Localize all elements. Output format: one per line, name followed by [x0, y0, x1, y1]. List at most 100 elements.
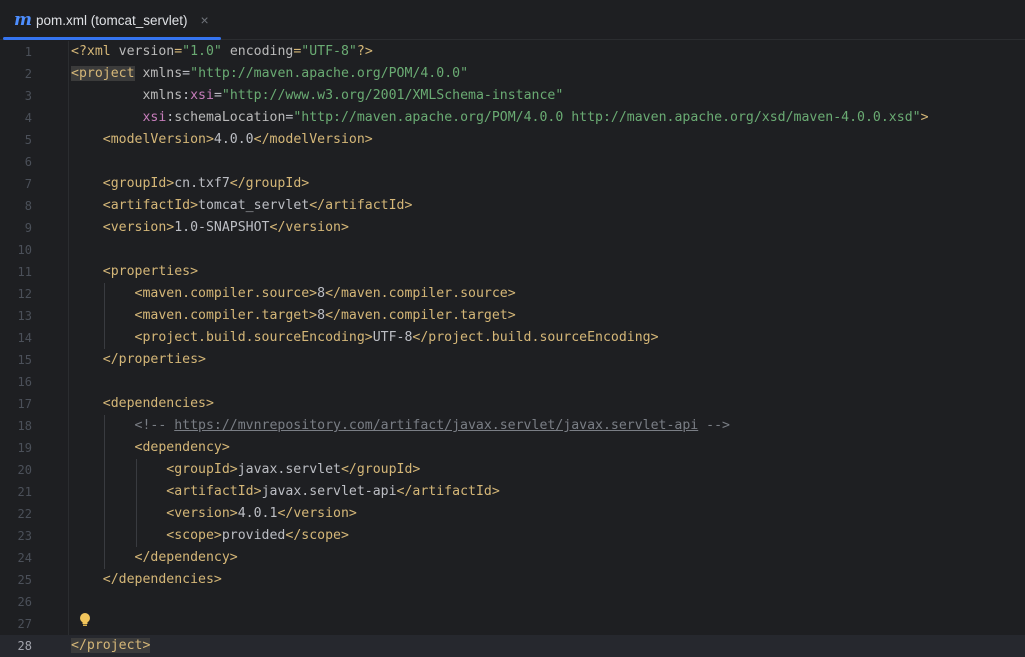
code-line[interactable]: 22 <version>4.0.1</version> — [0, 503, 1025, 525]
code-token: </dependencies> — [71, 572, 222, 587]
lightbulb-icon[interactable] — [78, 612, 92, 628]
close-icon[interactable]: × — [201, 12, 209, 28]
line-number: 12 — [17, 287, 32, 301]
code-line[interactable]: 23 <scope>provided</scope> — [0, 525, 1025, 547]
line-number: 20 — [17, 463, 32, 477]
maven-file-icon: m — [14, 9, 32, 30]
line-number: 26 — [17, 595, 32, 609]
code-line[interactable]: 18 <!-- https://mvnrepository.com/artifa… — [0, 415, 1025, 437]
line-number: 9 — [24, 221, 32, 235]
code-token: </artifactId> — [309, 198, 413, 213]
code-text: <artifactId>tomcat_servlet</artifactId> — [71, 195, 413, 217]
code-line[interactable]: 8 <artifactId>tomcat_servlet</artifactId… — [0, 195, 1025, 217]
code-line[interactable]: 15 </properties> — [0, 349, 1025, 371]
code-line[interactable]: 13 <maven.compiler.target>8</maven.compi… — [0, 305, 1025, 327]
code-token: <dependencies> — [71, 396, 214, 411]
code-line[interactable]: 19 <dependency> — [0, 437, 1025, 459]
line-number: 15 — [17, 353, 32, 367]
code-text: </dependency> — [71, 547, 238, 569]
code-text: <groupId>cn.txf7</groupId> — [71, 173, 309, 195]
code-token: <?xml — [71, 44, 119, 59]
code-token: "UTF-8" — [301, 44, 357, 59]
code-line[interactable]: 11 <properties> — [0, 261, 1025, 283]
code-token: 4.0.0 — [213, 132, 254, 147]
code-text: <properties> — [71, 261, 198, 283]
code-line[interactable]: 27 — [0, 613, 1025, 635]
code-token: </maven.compiler.source> — [325, 286, 516, 301]
code-text: <dependency> — [71, 437, 230, 459]
code-line[interactable]: 2 <project xmlns="http://maven.apache.org… — [0, 63, 1025, 85]
code-line[interactable]: 26 — [0, 591, 1025, 613]
code-token: <groupId> — [71, 176, 175, 191]
code-token: "http://maven.apache.org/POM/4.0.0" — [190, 66, 469, 81]
code-line[interactable]: 3 xmlns:xsi="http://www.w3.org/2001/XMLS… — [0, 85, 1025, 107]
code-line[interactable]: 4 xsi:schemaLocation="http://maven.apach… — [0, 107, 1025, 129]
code-text: <project xmlns="http://maven.apache.org/… — [71, 63, 468, 85]
indent-guide — [104, 283, 105, 349]
code-line[interactable]: 5 <modelVersion>4.0.0</modelVersion> — [0, 129, 1025, 151]
code-token: "1.0" — [182, 44, 222, 59]
line-number: 17 — [17, 397, 32, 411]
tab-label: pom.xml (tomcat_servlet) — [36, 12, 188, 28]
code-token: <project.build.sourceEncoding> — [71, 330, 373, 345]
line-number: 5 — [24, 133, 32, 147]
line-number: 19 — [17, 441, 32, 455]
code-token: </groupId> — [229, 176, 310, 191]
line-number: 21 — [17, 485, 32, 499]
code-text: </project> — [71, 635, 151, 657]
code-text: <!-- https://mvnrepository.com/artifact/… — [71, 415, 730, 437]
editor-tab-bar: m pom.xml (tomcat_servlet) × — [0, 0, 1025, 40]
code-link[interactable]: https://mvnrepository.com/artifact/javax… — [174, 418, 698, 433]
code-line[interactable]: 10 — [0, 239, 1025, 261]
code-token: "http://maven.apache.org/POM/4.0.0 http:… — [293, 110, 921, 125]
code-line[interactable]: 12 <maven.compiler.source>8</maven.compi… — [0, 283, 1025, 305]
line-number: 1 — [24, 45, 32, 59]
code-line[interactable]: 6 — [0, 151, 1025, 173]
code-line[interactable]: 24 </dependency> — [0, 547, 1025, 569]
code-token: javax.servlet-api — [261, 484, 397, 499]
line-number: 24 — [17, 551, 32, 565]
line-number: 8 — [24, 199, 32, 213]
code-line[interactable]: 17 <dependencies> — [0, 393, 1025, 415]
line-number: 27 — [17, 617, 32, 631]
code-token: javax.servlet — [237, 462, 341, 477]
code-line[interactable]: 28 </project> — [0, 635, 1025, 657]
code-text: </properties> — [71, 349, 206, 371]
code-token: xsi — [190, 88, 214, 103]
code-line[interactable]: 1 <?xml version="1.0" encoding="UTF-8"?> — [0, 41, 1025, 63]
line-number: 2 — [24, 67, 32, 81]
code-token: </project.build.sourceEncoding> — [412, 330, 659, 345]
code-line[interactable]: 7 <groupId>cn.txf7</groupId> — [0, 173, 1025, 195]
code-line[interactable]: 14 <project.build.sourceEncoding>UTF-8</… — [0, 327, 1025, 349]
code-token: </version> — [277, 506, 357, 521]
code-editor[interactable]: 1 <?xml version="1.0" encoding="UTF-8"?> 2… — [0, 41, 1025, 657]
code-token: schemaLocation — [174, 110, 286, 125]
code-line[interactable]: 20 <groupId>javax.servlet</groupId> — [0, 459, 1025, 481]
code-token: <scope> — [71, 528, 222, 543]
code-line[interactable]: 25 </dependencies> — [0, 569, 1025, 591]
code-text: <version>4.0.1</version> — [71, 503, 357, 525]
tab-pom-xml[interactable]: m pom.xml (tomcat_servlet) × — [0, 0, 221, 40]
code-token: = — [174, 44, 183, 59]
code-token: </properties> — [71, 352, 206, 367]
code-token: xmlns — [71, 88, 183, 103]
code-text: <scope>provided</scope> — [71, 525, 349, 547]
code-text: <maven.compiler.target>8</maven.compiler… — [71, 305, 516, 327]
code-token: version — [118, 44, 175, 59]
code-token: <modelVersion> — [71, 132, 214, 147]
code-text: <modelVersion>4.0.0</modelVersion> — [71, 129, 373, 151]
code-text: <version>1.0-SNAPSHOT</version> — [71, 217, 349, 239]
code-token: </maven.compiler.target> — [325, 308, 516, 323]
indent-guide — [136, 459, 137, 547]
code-line[interactable]: 16 — [0, 371, 1025, 393]
code-token: </scope> — [285, 528, 349, 543]
line-number: 10 — [17, 243, 32, 257]
code-token: <artifactId> — [71, 198, 199, 213]
code-line[interactable]: 9 <version>1.0-SNAPSHOT</version> — [0, 217, 1025, 239]
code-token: xsi — [71, 110, 167, 125]
code-text: xmlns:xsi="http://www.w3.org/2001/XMLSch… — [71, 85, 563, 107]
code-line[interactable]: 21 <artifactId>javax.servlet-api</artifa… — [0, 481, 1025, 503]
line-number: 13 — [17, 309, 32, 323]
line-number: 3 — [24, 89, 32, 103]
code-token: --> — [698, 418, 730, 433]
